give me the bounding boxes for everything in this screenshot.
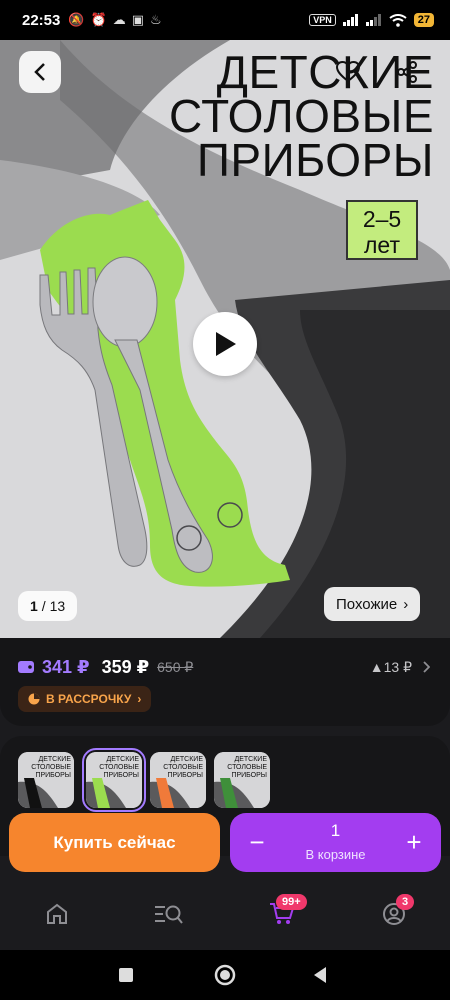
nav-catalog[interactable] — [148, 894, 188, 934]
age-badge: 2–5 лет — [346, 200, 418, 260]
current-price: 359 ₽ — [101, 656, 150, 677]
alarm-icon: ⏰ — [90, 12, 107, 27]
image-counter-total: / 13 — [41, 598, 66, 614]
old-price: 650 ₽ — [157, 658, 194, 675]
home-icon — [47, 903, 67, 924]
battery-icon: 27 — [413, 13, 434, 27]
status-right: VPN 27 — [309, 13, 434, 27]
cart-badge: 99+ — [276, 894, 307, 910]
installment-chevron: › — [137, 692, 142, 706]
share-icon — [397, 61, 417, 83]
price-delta: ▲13 ₽ — [369, 658, 412, 675]
variant-thumb-text: ДЕТСКИЕ СТОЛОВЫЕ ПРИБОРЫ — [99, 756, 139, 779]
buy-now-button[interactable]: Купить сейчас — [9, 813, 220, 872]
back-arrow-icon — [34, 63, 45, 81]
nav-cart[interactable]: 99+ — [262, 894, 307, 934]
system-navigation-bar — [0, 950, 450, 1000]
variant-thumb-3[interactable]: ДЕТСКИЕ СТОЛОВЫЕ ПРИБОРЫ — [150, 752, 206, 808]
variant-thumb-4[interactable]: ДЕТСКИЕ СТОЛОВЫЕ ПРИБОРЫ — [214, 752, 270, 808]
back-triangle-icon — [314, 967, 326, 983]
favorite-button[interactable] — [327, 51, 369, 93]
chevron-right-icon: › — [403, 595, 409, 613]
variant-thumb-text: ДЕТСКИЕ СТОЛОВЫЕ ПРИБОРЫ — [163, 756, 203, 779]
nav-home[interactable] — [37, 894, 77, 934]
status-bar: 22:53 🔕 ⏰ ☁ ▣ ♨ VPN 27 — [0, 0, 450, 40]
cart-quantity-control: − 1 В корзине + — [230, 813, 441, 872]
image-counter-current: 1 — [30, 598, 38, 614]
product-image-gallery[interactable]: ДЕТСКИЕ СТОЛОВЫЕ ПРИБОРЫ 2–5 лет 1 / 13 … — [0, 40, 450, 638]
mute-icon: 🔕 — [68, 12, 85, 27]
catalog-search-icon — [155, 905, 183, 924]
back-button[interactable] — [19, 51, 61, 93]
recents-button[interactable] — [111, 960, 141, 990]
heart-icon — [336, 61, 360, 83]
variant-thumb-text: ДЕТСКИЕ СТОЛОВЫЕ ПРИБОРЫ — [227, 756, 267, 779]
play-icon — [216, 332, 236, 356]
back-system-button[interactable] — [305, 960, 335, 990]
status-time: 22:53 — [22, 11, 61, 29]
play-video-button[interactable] — [193, 312, 257, 376]
price-history-link[interactable]: ▲13 ₽ — [370, 659, 430, 676]
variant-thumb-1[interactable]: ДЕТСКИЕ СТОЛОВЫЕ ПРИБОРЫ — [18, 752, 74, 808]
price-card: 341 ₽ 359 ₽ 650 ₽ ▲13 ₽ В РАССРОЧКУ › — [0, 638, 450, 726]
title-line-2: СТОЛОВЫЕ — [168, 90, 434, 142]
home-system-button[interactable] — [210, 960, 240, 990]
pie-chart-icon — [28, 693, 40, 705]
variant-thumb-text: ДЕТСКИЕ СТОЛОВЫЕ ПРИБОРЫ — [31, 756, 71, 779]
recents-icon — [119, 968, 133, 982]
profile-badge: 3 — [396, 894, 415, 910]
variant-thumb-2[interactable]: ДЕТСКИЕ СТОЛОВЫЕ ПРИБОРЫ — [82, 748, 146, 812]
increase-quantity-button[interactable]: + — [397, 825, 431, 859]
signal-icon — [342, 14, 358, 26]
image-counter: 1 / 13 — [18, 591, 78, 621]
nav-profile[interactable]: 3 — [374, 894, 415, 934]
wifi-icon — [389, 13, 407, 27]
app-icon: ▣ — [131, 12, 145, 27]
similar-products-button[interactable]: Похожие › — [324, 587, 421, 621]
share-button[interactable] — [386, 51, 428, 93]
wallet-icon — [18, 661, 34, 673]
cloud-icon: ☁ — [112, 12, 126, 27]
bottom-navigation: 99+ 3 — [0, 880, 450, 950]
home-circle-icon — [214, 964, 236, 986]
installment-label: В РАССРОЧКУ — [46, 692, 132, 706]
installment-button[interactable]: В РАССРОЧКУ › — [18, 686, 152, 712]
chevron-right-icon — [423, 661, 430, 673]
wallet-price: 341 ₽ — [42, 656, 90, 677]
status-notification-icons: 🔕 ⏰ ☁ ▣ ♨ — [68, 12, 161, 28]
price-row: 341 ₽ 359 ₽ 650 ₽ ▲13 ₽ — [18, 656, 430, 678]
fire-icon: ♨ — [150, 12, 162, 27]
age-range: 2–5 — [362, 206, 402, 232]
similar-label: Похожие — [336, 595, 398, 613]
vpn-badge: VPN — [309, 14, 336, 26]
age-unit: лет — [364, 232, 400, 258]
title-line-3: ПРИБОРЫ — [196, 134, 434, 186]
signal-icon-2 — [365, 14, 381, 26]
